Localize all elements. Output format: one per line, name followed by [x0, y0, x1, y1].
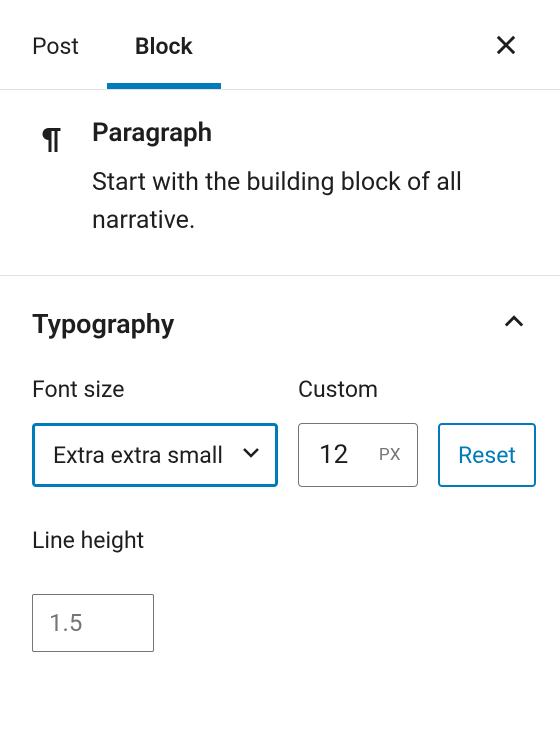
font-size-label: Font size	[32, 376, 278, 403]
line-height-input[interactable]: 1.5	[32, 594, 154, 652]
chevron-down-icon	[239, 440, 263, 470]
close-icon	[492, 31, 520, 59]
custom-size-input[interactable]: 12 PX	[298, 423, 418, 487]
line-height-label: Line height	[32, 527, 528, 554]
tab-post[interactable]: Post	[32, 1, 107, 88]
typography-title: Typography	[32, 308, 174, 340]
font-size-row: Font size Extra extra small Custom 12 PX…	[32, 376, 528, 487]
paragraph-icon	[32, 118, 68, 239]
chevron-up-icon	[500, 308, 528, 340]
font-size-value: Extra extra small	[53, 442, 223, 469]
font-size-select[interactable]: Extra extra small	[32, 423, 278, 487]
tab-block[interactable]: Block	[107, 1, 221, 88]
custom-field: Custom 12 PX	[298, 376, 418, 487]
tabs-bar: Post Block	[0, 0, 560, 90]
reset-button[interactable]: Reset	[438, 423, 536, 487]
block-description: Start with the building block of all nar…	[92, 164, 528, 239]
custom-label: Custom	[298, 376, 418, 403]
custom-unit: PX	[379, 445, 401, 465]
custom-value: 12	[319, 440, 348, 470]
block-info: Paragraph Start with the building block …	[0, 90, 560, 276]
close-button[interactable]	[484, 23, 528, 67]
typography-panel: Typography Font size Extra extra small C…	[0, 276, 560, 684]
typography-panel-header[interactable]: Typography	[32, 308, 528, 340]
block-text: Paragraph Start with the building block …	[92, 118, 528, 239]
font-size-field: Font size Extra extra small	[32, 376, 278, 487]
block-title: Paragraph	[92, 118, 528, 148]
line-height-field: Line height 1.5	[32, 527, 528, 652]
reset-field: Reset	[438, 423, 536, 487]
